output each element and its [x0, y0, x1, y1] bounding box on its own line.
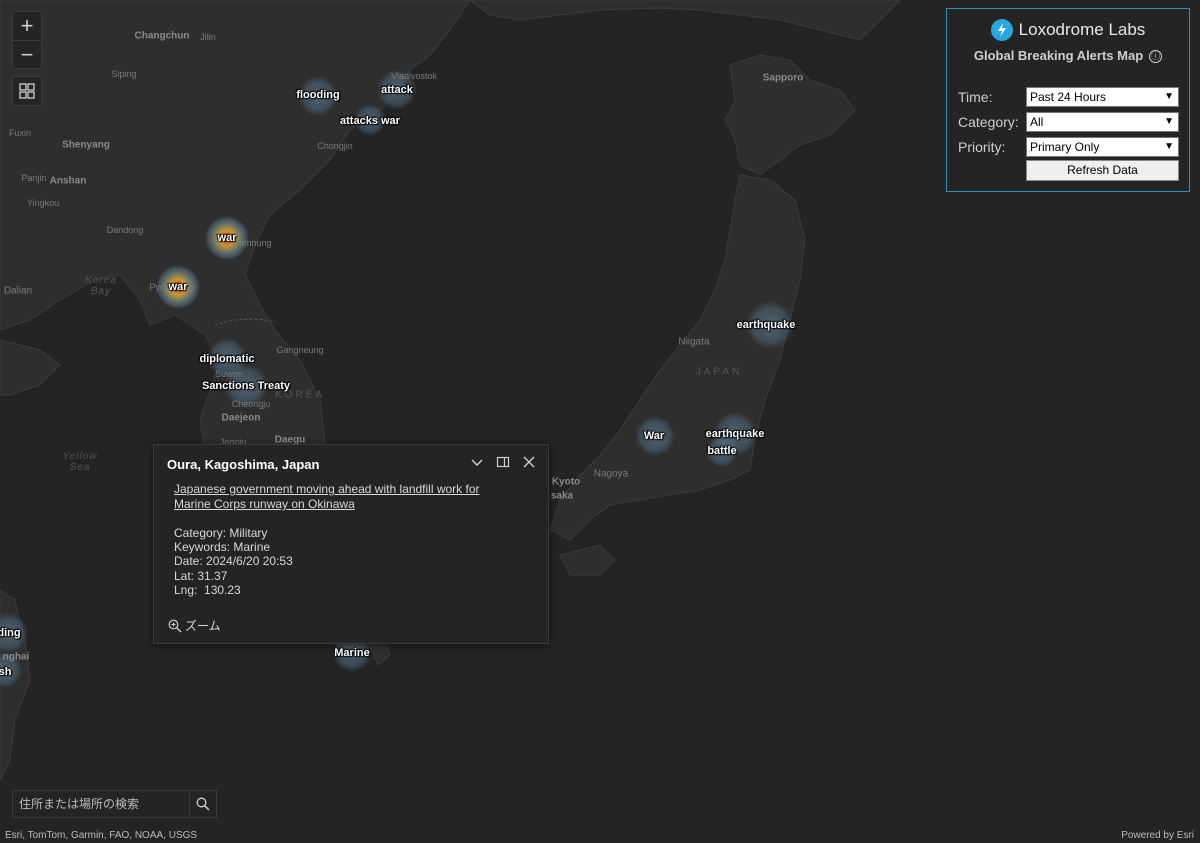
label-changchun: Changchun — [134, 30, 190, 42]
label-nagoya: Nagoya — [593, 468, 629, 480]
label-vladivostok: Vladivostok — [390, 71, 438, 81]
attribution-text[interactable]: Esri, TomTom, Garmin, FAO, NOAA, USGS — [5, 830, 197, 841]
time-label: Time: — [958, 89, 993, 105]
brand-name: Loxodrome Labs — [1018, 20, 1146, 39]
zoom-in-button[interactable]: + — [13, 12, 41, 40]
alert-label[interactable]: War — [644, 430, 664, 442]
zoom-out-button[interactable]: − — [13, 40, 41, 68]
alert-label[interactable]: earthquake — [737, 319, 796, 331]
label-shanghai: nghai — [2, 651, 30, 663]
label-panjin: Panjin — [21, 173, 47, 183]
zoom-controls: + − — [12, 11, 42, 69]
priority-select[interactable]: Primary Only ▼ — [1026, 137, 1179, 157]
alert-label[interactable]: war — [218, 232, 237, 244]
panel-subtitle-text: Global Breaking Alerts Map — [973, 48, 1144, 63]
filter-panel: Loxodrome Labs Global Breaking Alerts Ma… — [946, 8, 1190, 192]
label-anshan: Anshan — [49, 175, 87, 187]
search-button[interactable] — [189, 791, 216, 817]
chevron-down-icon: ▼ — [1164, 141, 1174, 152]
popup-category: Category: Military — [174, 526, 268, 540]
label-fuxin: Fuxin — [8, 128, 32, 138]
label-gangneung: Gangneung — [276, 345, 324, 355]
chevron-down-icon: ▼ — [1164, 116, 1174, 127]
zoom-in-icon — [168, 619, 182, 632]
label-shenyang: Shenyang — [62, 139, 110, 151]
label-yellow-sea: Yellow Sea — [62, 451, 98, 473]
refresh-data-button[interactable]: Refresh Data — [1026, 160, 1179, 181]
label-daejeon: Daejeon — [221, 412, 261, 424]
popup-title: Oura, Kagoshima, Japan — [167, 457, 320, 472]
alert-label[interactable]: diplomatic — [199, 353, 254, 365]
info-icon[interactable]: ⓘ — [1149, 50, 1163, 64]
alert-label[interactable]: Marine — [334, 647, 369, 659]
brand: Loxodrome Labs — [947, 19, 1189, 41]
label-niigata: Niigata — [678, 336, 710, 348]
label-osaka: saka — [550, 490, 574, 502]
alert-label[interactable]: battle — [707, 445, 736, 457]
search-input[interactable]: 住所または場所の検索 — [13, 791, 189, 817]
alert-label[interactable]: earthquake — [706, 428, 765, 440]
zoom-to-button[interactable]: ズーム — [168, 617, 221, 634]
label-yingkou: Yingkou — [26, 198, 60, 208]
bolt-icon — [990, 19, 1013, 41]
label-jilin: Jilin — [200, 32, 216, 42]
label-dandong: Dandong — [106, 225, 144, 235]
alert-popup: Oura, Kagoshima, Japan Japanese governme… — [153, 444, 549, 644]
alert-label[interactable]: sh — [0, 666, 11, 678]
time-select[interactable]: Past 24 Hours ▼ — [1026, 87, 1179, 107]
search-widget: 住所または場所の検索 — [12, 790, 217, 818]
alert-label[interactable]: war — [169, 281, 188, 293]
popup-actions — [470, 455, 536, 469]
category-select[interactable]: All ▼ — [1026, 112, 1179, 132]
time-select-value: Past 24 Hours — [1030, 90, 1107, 104]
label-cheongju: Cheongju — [231, 399, 271, 409]
popup-date: Date: 2024/6/20 20:53 — [174, 554, 293, 568]
collapse-chevron-icon[interactable] — [470, 455, 484, 469]
alert-label[interactable]: attack — [381, 84, 413, 96]
alert-label[interactable]: ding — [0, 627, 21, 639]
headline-link[interactable]: Japanese government moving ahead with la… — [174, 482, 514, 512]
label-suwon: Suwon — [215, 369, 243, 379]
basemap-gallery-button[interactable] — [13, 77, 41, 105]
zoom-to-label: ズーム — [185, 619, 221, 633]
chevron-down-icon: ▼ — [1164, 91, 1174, 102]
priority-select-value: Primary Only — [1030, 140, 1100, 154]
label-japan: JAPAN — [695, 366, 743, 378]
close-icon[interactable] — [522, 455, 536, 469]
powered-by[interactable]: Powered by Esri — [1121, 830, 1194, 841]
label-korea-bay: Korea Bay — [85, 275, 117, 297]
grid-icon — [19, 83, 35, 99]
alert-label[interactable]: Sanctions Treaty — [202, 380, 290, 392]
alert-label[interactable]: attacks war — [340, 115, 400, 127]
priority-label: Priority: — [958, 139, 1006, 155]
dock-icon[interactable] — [496, 455, 510, 469]
category-select-value: All — [1030, 115, 1044, 129]
label-kyoto: Kyoto — [551, 476, 581, 488]
label-sapporo: Sapporo — [762, 72, 804, 84]
label-dalian: Dalian — [3, 285, 33, 297]
basemap-toggle-group — [12, 76, 42, 106]
attribution-bar: Esri, TomTom, Garmin, FAO, NOAA, USGS Po… — [0, 828, 1200, 843]
label-siping: Siping — [111, 69, 137, 79]
label-hamhung: Hamhung — [232, 238, 272, 248]
category-label: Category: — [958, 114, 1019, 130]
label-chongjin: Chongjin — [317, 141, 353, 151]
popup-lat: Lat: 31.37 — [174, 569, 228, 583]
alert-label[interactable]: flooding — [296, 89, 339, 101]
popup-keywords: Keywords: Marine — [174, 540, 271, 554]
search-icon — [196, 797, 210, 811]
popup-lng: Lng: 130.23 — [174, 583, 241, 597]
panel-subtitle: Global Breaking Alerts Map ⓘ — [947, 48, 1189, 64]
